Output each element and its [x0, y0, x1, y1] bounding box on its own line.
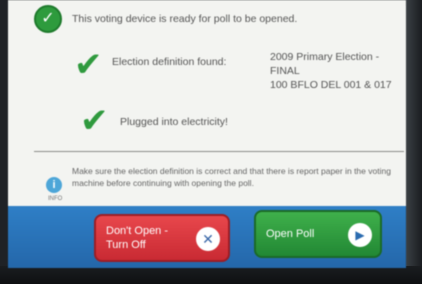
status-header: ✓ This voting device is ready for poll t… [34, 4, 394, 34]
check-mark-icon: ✔ [74, 46, 103, 84]
election-name: 2009 Primary Election - [270, 51, 380, 63]
election-definition-label: Election definition found: [112, 56, 227, 68]
device-bezel-bottom [0, 266, 422, 284]
electricity-label: Plugged into electricity! [120, 116, 228, 128]
status-header-text: This voting device is ready for poll to … [72, 13, 298, 25]
open-poll-label: Open Poll [266, 228, 315, 240]
ready-check-icon: ✓ [34, 5, 62, 33]
arrow-right-icon: ▶ [348, 223, 372, 247]
election-status: FINAL [270, 65, 300, 77]
voting-screen: ✓ This voting device is ready for poll t… [8, 0, 406, 268]
info-message: Make sure the election definition is cor… [72, 166, 391, 188]
close-icon: ✕ [196, 227, 220, 251]
election-precincts: 100 BFLO DEL 001 & 017 [270, 79, 392, 91]
info-icon: i [46, 177, 62, 193]
device-bezel-right [406, 0, 422, 284]
divider [34, 151, 404, 152]
dont-open-label-line2: Turn Off [106, 239, 146, 251]
check-mark-icon: ✔ [80, 102, 109, 140]
election-definition-value: 2009 Primary Election - FINAL 100 BFLO D… [270, 50, 392, 92]
open-poll-button[interactable]: Open Poll ▶ [254, 210, 382, 258]
info-tag: INFO [48, 196, 63, 202]
dont-open-label-line1: Don't Open - [106, 225, 169, 237]
dont-open-turn-off-button[interactable]: Don't Open - Turn Off ✕ [94, 214, 230, 262]
action-bar: Don't Open - Turn Off ✕ Open Poll ▶ [8, 206, 406, 268]
dont-open-button-label: Don't Open - Turn Off [106, 224, 168, 252]
